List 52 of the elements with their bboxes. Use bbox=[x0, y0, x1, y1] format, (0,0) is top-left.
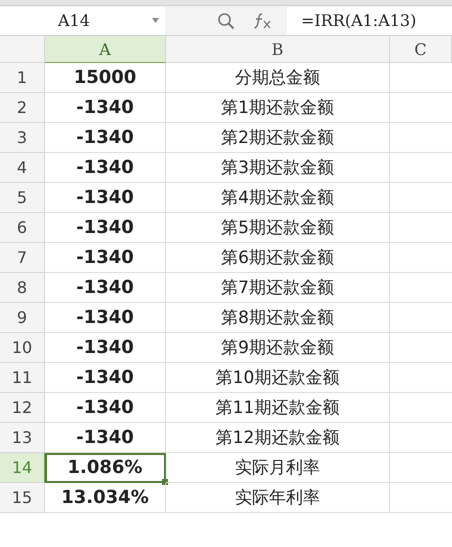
table-cell: -1340 bbox=[45, 393, 166, 423]
row-header[interactable]: 4 bbox=[0, 153, 45, 183]
table-cell: 第12期还款金额 bbox=[166, 423, 390, 453]
table-cell: 第1期还款金额 bbox=[166, 93, 390, 123]
table-cell: 实际月利率 bbox=[166, 453, 390, 483]
table-cell: -1340 bbox=[45, 423, 166, 453]
table-cell: -1340 bbox=[45, 303, 166, 333]
row-header[interactable]: 9 bbox=[0, 303, 45, 333]
table-cell: 第7期还款金额 bbox=[166, 273, 390, 303]
row-header[interactable]: 3 bbox=[0, 123, 45, 153]
table-cell: 分期总金额 bbox=[166, 63, 390, 93]
row-header[interactable]: 10 bbox=[0, 333, 45, 363]
column-header[interactable]: C bbox=[390, 36, 452, 63]
table-cell: -1340 bbox=[45, 333, 166, 363]
table-cell: 第6期还款金额 bbox=[166, 243, 390, 273]
table-cell: -1340 bbox=[45, 153, 166, 183]
table-cell: 15000 bbox=[45, 63, 166, 93]
table-cell: 第10期还款金额 bbox=[166, 363, 390, 393]
table-cell: -1340 bbox=[45, 243, 166, 273]
table-cell: -1340 bbox=[45, 273, 166, 303]
table-cell: 第5期还款金额 bbox=[166, 213, 390, 243]
table-cell: 第4期还款金额 bbox=[166, 183, 390, 213]
row-header[interactable]: 1 bbox=[0, 63, 45, 93]
table-cell: 第2期还款金额 bbox=[166, 123, 390, 153]
table-cell: 第3期还款金额 bbox=[166, 153, 390, 183]
table-cell: 1.086% bbox=[45, 453, 166, 483]
row-header[interactable]: 6 bbox=[0, 213, 45, 243]
table-cell: -1340 bbox=[45, 183, 166, 213]
row-header[interactable]: 2 bbox=[0, 93, 45, 123]
caret-icon bbox=[152, 18, 159, 22]
table-cell: -1340 bbox=[45, 123, 166, 153]
table-cell: -1340 bbox=[45, 363, 166, 393]
row-header[interactable]: 12 bbox=[0, 393, 45, 423]
table-cell: 第8期还款金额 bbox=[166, 303, 390, 333]
table-cell: 实际年利率 bbox=[166, 483, 390, 513]
column-header[interactable]: B bbox=[166, 36, 390, 63]
table-cell: -1340 bbox=[45, 93, 166, 123]
row-header[interactable]: 8 bbox=[0, 273, 45, 303]
table-cell: 13.034% bbox=[45, 483, 166, 513]
row-header[interactable]: 15 bbox=[0, 483, 45, 513]
row-header[interactable]: 13 bbox=[0, 423, 45, 453]
row-header[interactable]: 7 bbox=[0, 243, 45, 273]
column-header[interactable]: A bbox=[45, 36, 166, 63]
table-cell: 第11期还款金额 bbox=[166, 393, 390, 423]
zoom-icon[interactable] bbox=[217, 12, 235, 30]
table-cell: -1340 bbox=[45, 213, 166, 243]
name-box[interactable]: A14 bbox=[0, 6, 165, 34]
row-header[interactable]: 11 bbox=[0, 363, 45, 393]
function-icon[interactable] bbox=[253, 12, 273, 30]
formula-field[interactable]: =IRR(A1:A13) bbox=[287, 6, 452, 34]
row-header[interactable]: 5 bbox=[0, 183, 45, 213]
table-cell: 第9期还款金额 bbox=[166, 333, 390, 363]
